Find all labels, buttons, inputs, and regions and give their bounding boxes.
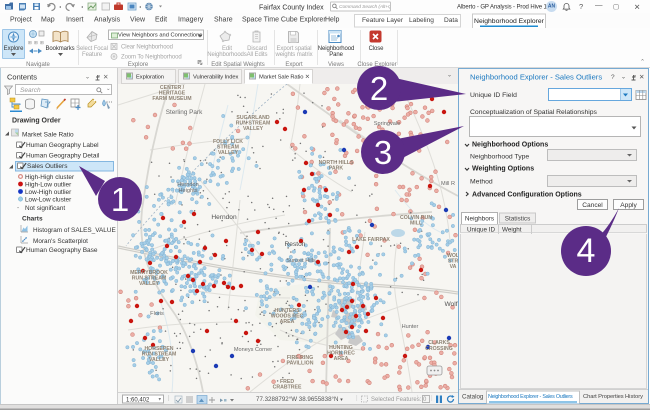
- svg-text:⊞: ⊞: [34, 40, 38, 45]
- svg-text:VALLEY: VALLEY: [243, 126, 264, 132]
- svg-text:Floris: Floris: [150, 311, 164, 317]
- svg-text:PAVILLION: PAVILLION: [287, 361, 314, 367]
- svg-text:Wolf: Wolf: [444, 301, 457, 308]
- svg-text:Moneys Corner: Moneys Corner: [234, 347, 272, 353]
- svg-text:Sunset Hills: Sunset Hills: [286, 258, 316, 264]
- svg-text:VALLEY: VALLEY: [149, 357, 170, 363]
- svg-text:FARM MUSEUM: FARM MUSEUM: [152, 96, 191, 102]
- svg-text:VALLEY: VALLEY: [218, 150, 239, 156]
- svg-text:MILL: MILL: [410, 221, 423, 227]
- svg-text:Heights: Heights: [179, 188, 198, 194]
- svg-text:⊞: ⊞: [40, 40, 44, 45]
- svg-text:PARK: PARK: [329, 166, 344, 172]
- svg-text:Springvale: Springvale: [374, 121, 400, 127]
- svg-text:AREA: AREA: [280, 319, 295, 325]
- svg-text:VA: VA: [450, 264, 457, 270]
- svg-text:Hunter: Hunter: [402, 324, 419, 330]
- svg-text:CRABTREE: CRABTREE: [273, 385, 302, 391]
- svg-text:VALLEY: VALLEY: [139, 281, 160, 287]
- svg-text:CROSSING: CROSSING: [425, 346, 453, 352]
- svg-text:Reston: Reston: [285, 241, 306, 248]
- svg-text:Herndon: Herndon: [211, 214, 237, 221]
- svg-text:LAKE FAIRPAX: LAKE FAIRPAX: [352, 237, 390, 243]
- svg-text:Mill R: Mill R: [441, 181, 455, 187]
- svg-text:Sterling Park: Sterling Park: [166, 109, 203, 116]
- svg-text:AREA: AREA: [334, 356, 349, 362]
- svg-text:⊞: ⊞: [28, 40, 32, 45]
